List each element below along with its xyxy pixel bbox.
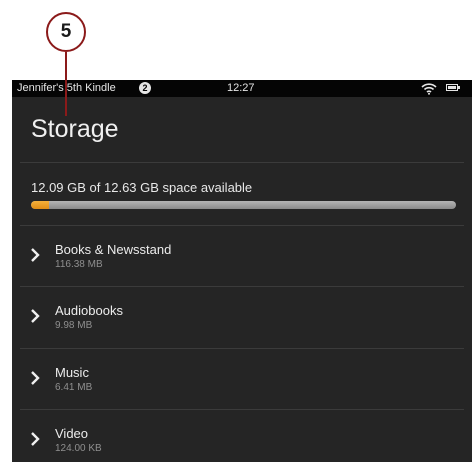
list-item-books-newsstand[interactable]: Books & Newsstand 116.38 MB — [12, 226, 472, 286]
category-size: 6.41 MB — [55, 382, 93, 393]
divider — [20, 162, 464, 163]
chevron-right-icon — [31, 432, 40, 446]
kindle-screen: Jennifer's 5th Kindle 2 12:27 Storage 12… — [12, 80, 472, 462]
space-available-text: 12.09 GB of 12.63 GB space available — [31, 180, 253, 195]
category-label: Books & Newsstand — [55, 242, 172, 257]
callout-line — [65, 52, 67, 116]
chevron-right-icon — [31, 371, 40, 385]
status-bar: Jennifer's 5th Kindle 2 12:27 — [12, 80, 472, 97]
wifi-icon[interactable] — [421, 82, 437, 95]
category-label: Music — [55, 365, 89, 380]
chevron-right-icon — [31, 309, 40, 323]
category-size: 116.38 MB — [55, 259, 103, 270]
storage-progress-bar — [31, 201, 456, 209]
category-size: 9.98 MB — [55, 320, 93, 331]
category-size: 124.00 KB — [55, 443, 102, 454]
page-title: Storage — [31, 115, 119, 143]
callout-number: 5 — [46, 12, 86, 52]
battery-icon[interactable] — [446, 84, 460, 91]
category-label: Video — [55, 426, 89, 441]
category-label: Audiobooks — [55, 303, 123, 318]
storage-progress-fill — [31, 201, 50, 209]
list-item-audiobooks[interactable]: Audiobooks 9.98 MB — [12, 287, 472, 347]
list-item-video[interactable]: Video 124.00 KB — [12, 410, 472, 462]
list-item-music[interactable]: Music 6.41 MB — [12, 349, 472, 409]
status-time: 12:27 — [227, 82, 255, 94]
chevron-right-icon — [31, 248, 40, 262]
notification-badge[interactable]: 2 — [139, 82, 151, 94]
